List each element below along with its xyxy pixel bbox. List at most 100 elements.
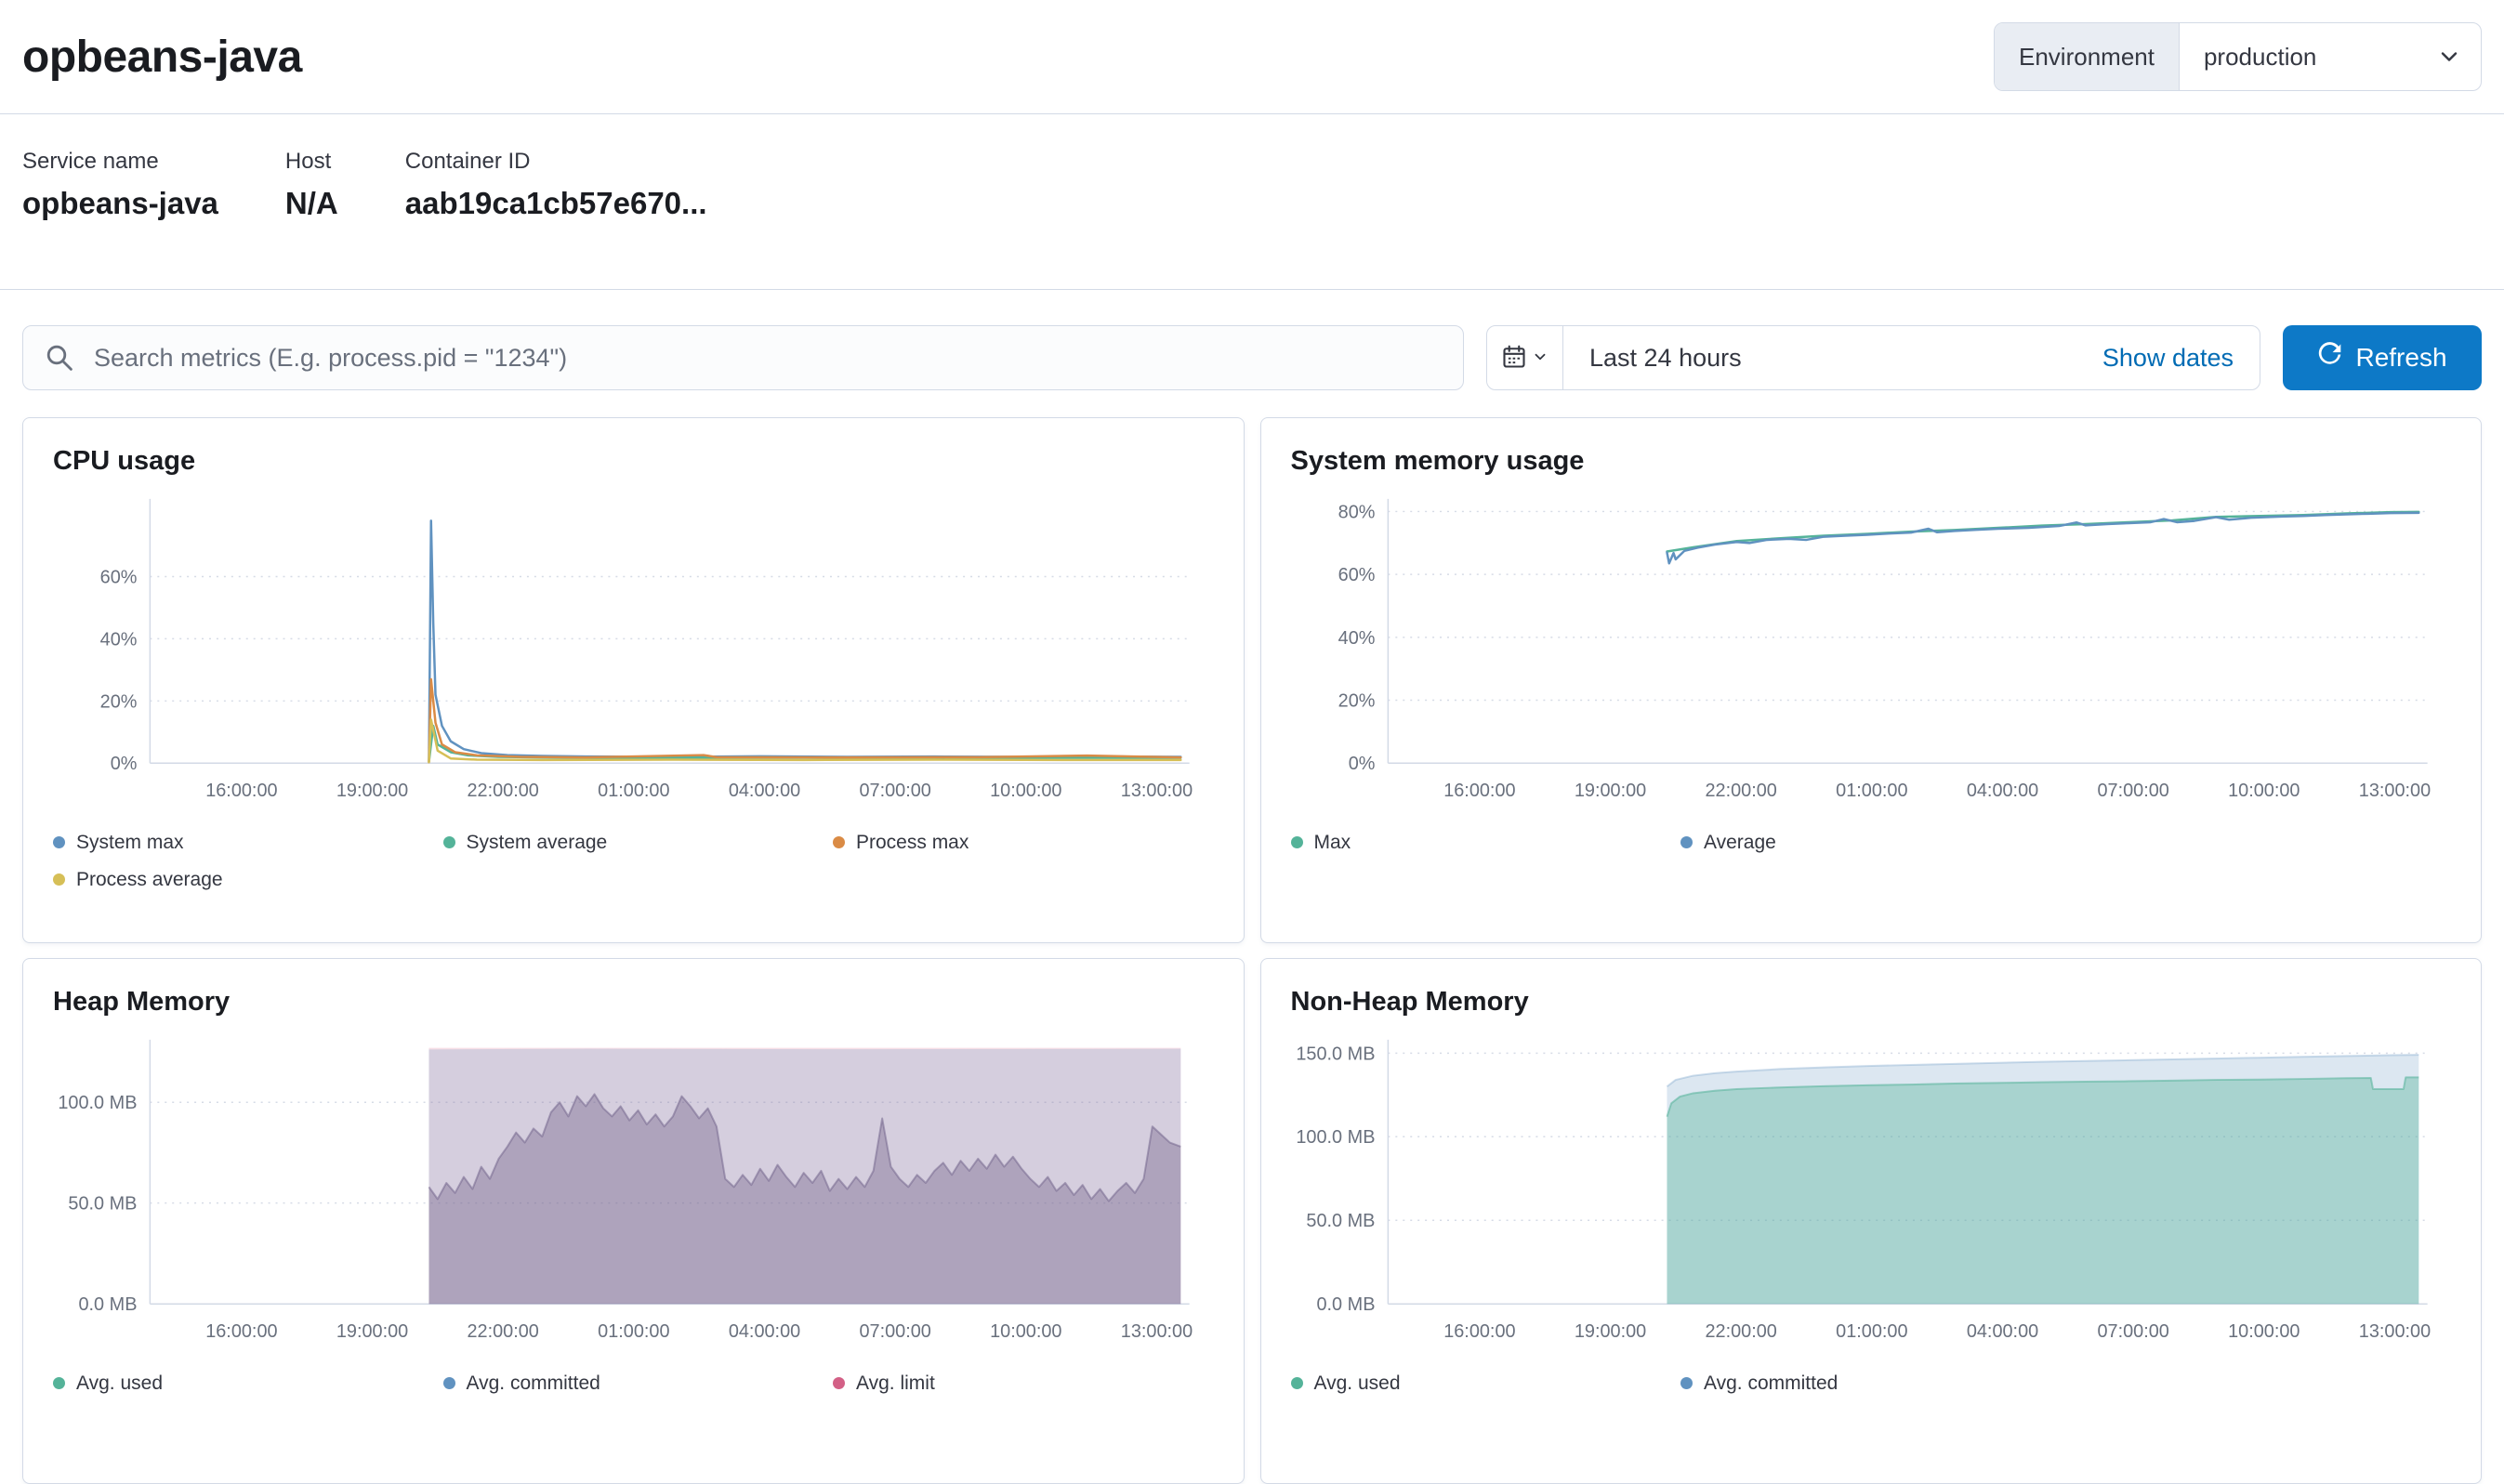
svg-text:40%: 40% xyxy=(1338,628,1375,649)
svg-text:22:00:00: 22:00:00 xyxy=(468,781,539,801)
svg-text:16:00:00: 16:00:00 xyxy=(1443,1321,1515,1342)
page-title: opbeans-java xyxy=(22,32,302,83)
svg-text:40%: 40% xyxy=(100,629,138,650)
svg-text:04:00:00: 04:00:00 xyxy=(1966,1321,2037,1342)
environment-select[interactable]: Environment production xyxy=(1994,22,2482,91)
legend-dot xyxy=(833,836,845,848)
legend-item[interactable]: Avg. used xyxy=(53,1372,434,1395)
legend-dot xyxy=(53,873,65,886)
chart-panel-system-memory-usage: System memory usage 0%20%40%60%80%16:00:… xyxy=(1260,417,2483,943)
svg-text:0.0 MB: 0.0 MB xyxy=(1316,1294,1375,1315)
chart-title: System memory usage xyxy=(1291,446,2452,477)
chart-legend: Avg. used Avg. committed xyxy=(1291,1372,2452,1395)
legend-label: Avg. committed xyxy=(467,1372,600,1395)
chart-canvas: 0%20%40%60%80%16:00:0019:00:0022:00:0001… xyxy=(1291,486,2452,808)
stat-value: opbeans-java xyxy=(22,183,218,224)
legend-item[interactable]: Avg. committed xyxy=(443,1372,824,1395)
legend-item[interactable]: Avg. used xyxy=(1291,1372,1672,1395)
legend-item[interactable]: Avg. committed xyxy=(1680,1372,2062,1395)
svg-text:50.0 MB: 50.0 MB xyxy=(1306,1211,1375,1231)
svg-text:60%: 60% xyxy=(1338,565,1375,585)
svg-text:13:00:00: 13:00:00 xyxy=(1121,1321,1193,1342)
legend-item[interactable]: Process max xyxy=(833,832,1214,854)
svg-text:16:00:00: 16:00:00 xyxy=(205,781,277,801)
legend-label: Avg. used xyxy=(1314,1372,1401,1395)
refresh-icon xyxy=(2317,342,2342,374)
chart-canvas: 0%20%40%60%16:00:0019:00:0022:00:0001:00… xyxy=(53,486,1214,808)
show-dates-link[interactable]: Show dates xyxy=(2102,344,2234,373)
stat-label: Host xyxy=(285,148,338,176)
chart-legend: Max Average xyxy=(1291,832,2452,854)
chart-panel-non-heap-memory: Non-Heap Memory 0.0 MB50.0 MB100.0 MB150… xyxy=(1260,958,2483,1484)
date-quick-select-button[interactable] xyxy=(1487,326,1563,389)
stat-value: aab19ca1cb57e670... xyxy=(405,183,707,224)
environment-value: production xyxy=(2180,23,2436,90)
refresh-button[interactable]: Refresh xyxy=(2283,325,2482,390)
chart-panel-cpu-usage: CPU usage 0%20%40%60%16:00:0019:00:0022:… xyxy=(22,417,1245,943)
svg-text:22:00:00: 22:00:00 xyxy=(468,1321,539,1342)
legend-label: Avg. committed xyxy=(1704,1372,1838,1395)
chevron-down-icon xyxy=(1532,348,1549,368)
legend-item[interactable]: System average xyxy=(443,832,824,854)
svg-text:04:00:00: 04:00:00 xyxy=(729,781,800,801)
svg-text:07:00:00: 07:00:00 xyxy=(859,781,930,801)
stat-container-id: Container ID aab19ca1cb57e670... xyxy=(405,148,707,289)
chart-title: CPU usage xyxy=(53,446,1214,477)
legend-dot xyxy=(833,1377,845,1389)
stat-service-name: Service name opbeans-java xyxy=(22,148,218,289)
svg-text:13:00:00: 13:00:00 xyxy=(2358,781,2430,801)
svg-text:0%: 0% xyxy=(111,754,138,774)
svg-text:20%: 20% xyxy=(1338,690,1375,711)
legend-label: Process max xyxy=(856,832,969,854)
svg-text:16:00:00: 16:00:00 xyxy=(205,1321,277,1342)
svg-text:07:00:00: 07:00:00 xyxy=(2097,1321,2168,1342)
svg-text:22:00:00: 22:00:00 xyxy=(1705,1321,1776,1342)
svg-text:22:00:00: 22:00:00 xyxy=(1705,781,1776,801)
legend-dot xyxy=(1291,836,1303,848)
svg-text:13:00:00: 13:00:00 xyxy=(2358,1321,2430,1342)
svg-text:07:00:00: 07:00:00 xyxy=(2097,781,2168,801)
legend-dot xyxy=(1291,1377,1303,1389)
search-field-wrap xyxy=(22,325,1464,390)
legend-label: System max xyxy=(76,832,184,854)
svg-text:13:00:00: 13:00:00 xyxy=(1121,781,1193,801)
svg-text:10:00:00: 10:00:00 xyxy=(990,781,1061,801)
stat-label: Service name xyxy=(22,148,218,176)
svg-text:01:00:00: 01:00:00 xyxy=(598,1321,669,1342)
legend-label: Process average xyxy=(76,869,223,891)
legend-item[interactable]: Average xyxy=(1680,832,2062,854)
svg-text:04:00:00: 04:00:00 xyxy=(729,1321,800,1342)
page-header: opbeans-java Environment production xyxy=(0,0,2504,114)
svg-text:01:00:00: 01:00:00 xyxy=(1836,1321,1907,1342)
svg-text:100.0 MB: 100.0 MB xyxy=(58,1093,137,1113)
svg-text:150.0 MB: 150.0 MB xyxy=(1296,1044,1375,1064)
svg-text:01:00:00: 01:00:00 xyxy=(1836,781,1907,801)
svg-text:19:00:00: 19:00:00 xyxy=(1574,781,1645,801)
svg-text:01:00:00: 01:00:00 xyxy=(598,781,669,801)
legend-item[interactable]: System max xyxy=(53,832,434,854)
refresh-label: Refresh xyxy=(2355,343,2446,373)
date-range-display[interactable]: Last 24 hours Show dates xyxy=(1563,326,2260,389)
svg-text:0.0 MB: 0.0 MB xyxy=(78,1294,137,1315)
legend-item[interactable]: Process average xyxy=(53,869,434,891)
stat-value: N/A xyxy=(285,183,338,224)
search-input[interactable] xyxy=(22,325,1464,390)
svg-text:07:00:00: 07:00:00 xyxy=(859,1321,930,1342)
chart-canvas: 0.0 MB50.0 MB100.0 MB150.0 MB16:00:0019:… xyxy=(1291,1027,2452,1348)
date-picker: Last 24 hours Show dates xyxy=(1486,325,2260,390)
chart-legend: Avg. used Avg. committed Avg. limit xyxy=(53,1372,1214,1395)
svg-text:20%: 20% xyxy=(100,691,138,712)
environment-label: Environment xyxy=(1995,23,2180,90)
charts-grid: CPU usage 0% 20% 40% 60% 16:00:00 19:00:00 22:… xyxy=(22,417,2482,1484)
chart-canvas: 0.0 MB50.0 MB100.0 MB16:00:0019:00:0022:… xyxy=(53,1027,1214,1348)
search-icon xyxy=(45,343,74,377)
legend-item[interactable]: Avg. limit xyxy=(833,1372,1214,1395)
svg-text:19:00:00: 19:00:00 xyxy=(336,781,408,801)
svg-text:19:00:00: 19:00:00 xyxy=(1574,1321,1645,1342)
chart-panel-heap-memory: Heap Memory 0.0 MB50.0 MB100.0 MB16:00:0… xyxy=(22,958,1245,1484)
legend-dot xyxy=(1680,1377,1693,1389)
chart-legend: System max System average Process max Proce… xyxy=(53,832,1214,891)
chart-title: Non-Heap Memory xyxy=(1291,987,2452,1018)
svg-text:50.0 MB: 50.0 MB xyxy=(68,1194,137,1215)
legend-item[interactable]: Max xyxy=(1291,832,1672,854)
